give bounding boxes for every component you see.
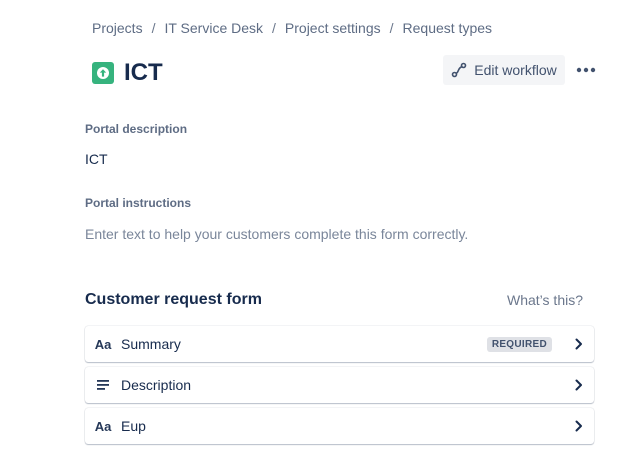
breadcrumb-separator: / <box>389 20 394 36</box>
breadcrumb-request-types[interactable]: Request types <box>403 20 493 36</box>
whats-this-link[interactable]: What’s this? <box>507 292 583 308</box>
text-field-icon: Aa <box>94 418 112 434</box>
portal-instructions-input[interactable]: Enter text to help your customers comple… <box>85 226 468 242</box>
required-badge: REQUIRED <box>486 336 552 352</box>
field-label: Description <box>121 377 192 393</box>
breadcrumb-it-service-desk[interactable]: IT Service Desk <box>164 20 263 36</box>
form-field-eup[interactable]: Aa Eup <box>85 408 594 444</box>
more-horizontal-icon[interactable] <box>574 60 598 80</box>
page-title: ICT <box>124 59 163 86</box>
form-field-summary[interactable]: Aa Summary REQUIRED <box>85 326 594 362</box>
edit-workflow-label: Edit workflow <box>474 62 557 78</box>
breadcrumb: Projects / IT Service Desk / Project set… <box>92 20 492 36</box>
field-label: Eup <box>121 418 146 434</box>
form-field-description[interactable]: Description <box>85 367 594 403</box>
title-row: ICT <box>92 59 163 87</box>
field-label: Summary <box>121 336 181 352</box>
portal-description-value[interactable]: ICT <box>85 151 108 167</box>
breadcrumb-separator: / <box>151 20 156 36</box>
portal-instructions-label: Portal instructions <box>85 196 192 210</box>
text-field-icon: Aa <box>94 336 112 352</box>
chevron-right-icon <box>564 420 594 432</box>
workflow-icon <box>451 62 467 78</box>
breadcrumb-separator: / <box>272 20 276 36</box>
chevron-right-icon <box>564 379 594 391</box>
section-title: Customer request form <box>85 291 262 308</box>
paragraph-icon <box>85 379 121 391</box>
edit-workflow-button[interactable]: Edit workflow <box>443 55 565 85</box>
chevron-right-icon <box>564 338 594 350</box>
portal-description-label: Portal description <box>85 122 188 136</box>
breadcrumb-projects[interactable]: Projects <box>92 20 143 36</box>
arrow-up-icon <box>92 62 114 84</box>
breadcrumb-project-settings[interactable]: Project settings <box>285 20 381 36</box>
